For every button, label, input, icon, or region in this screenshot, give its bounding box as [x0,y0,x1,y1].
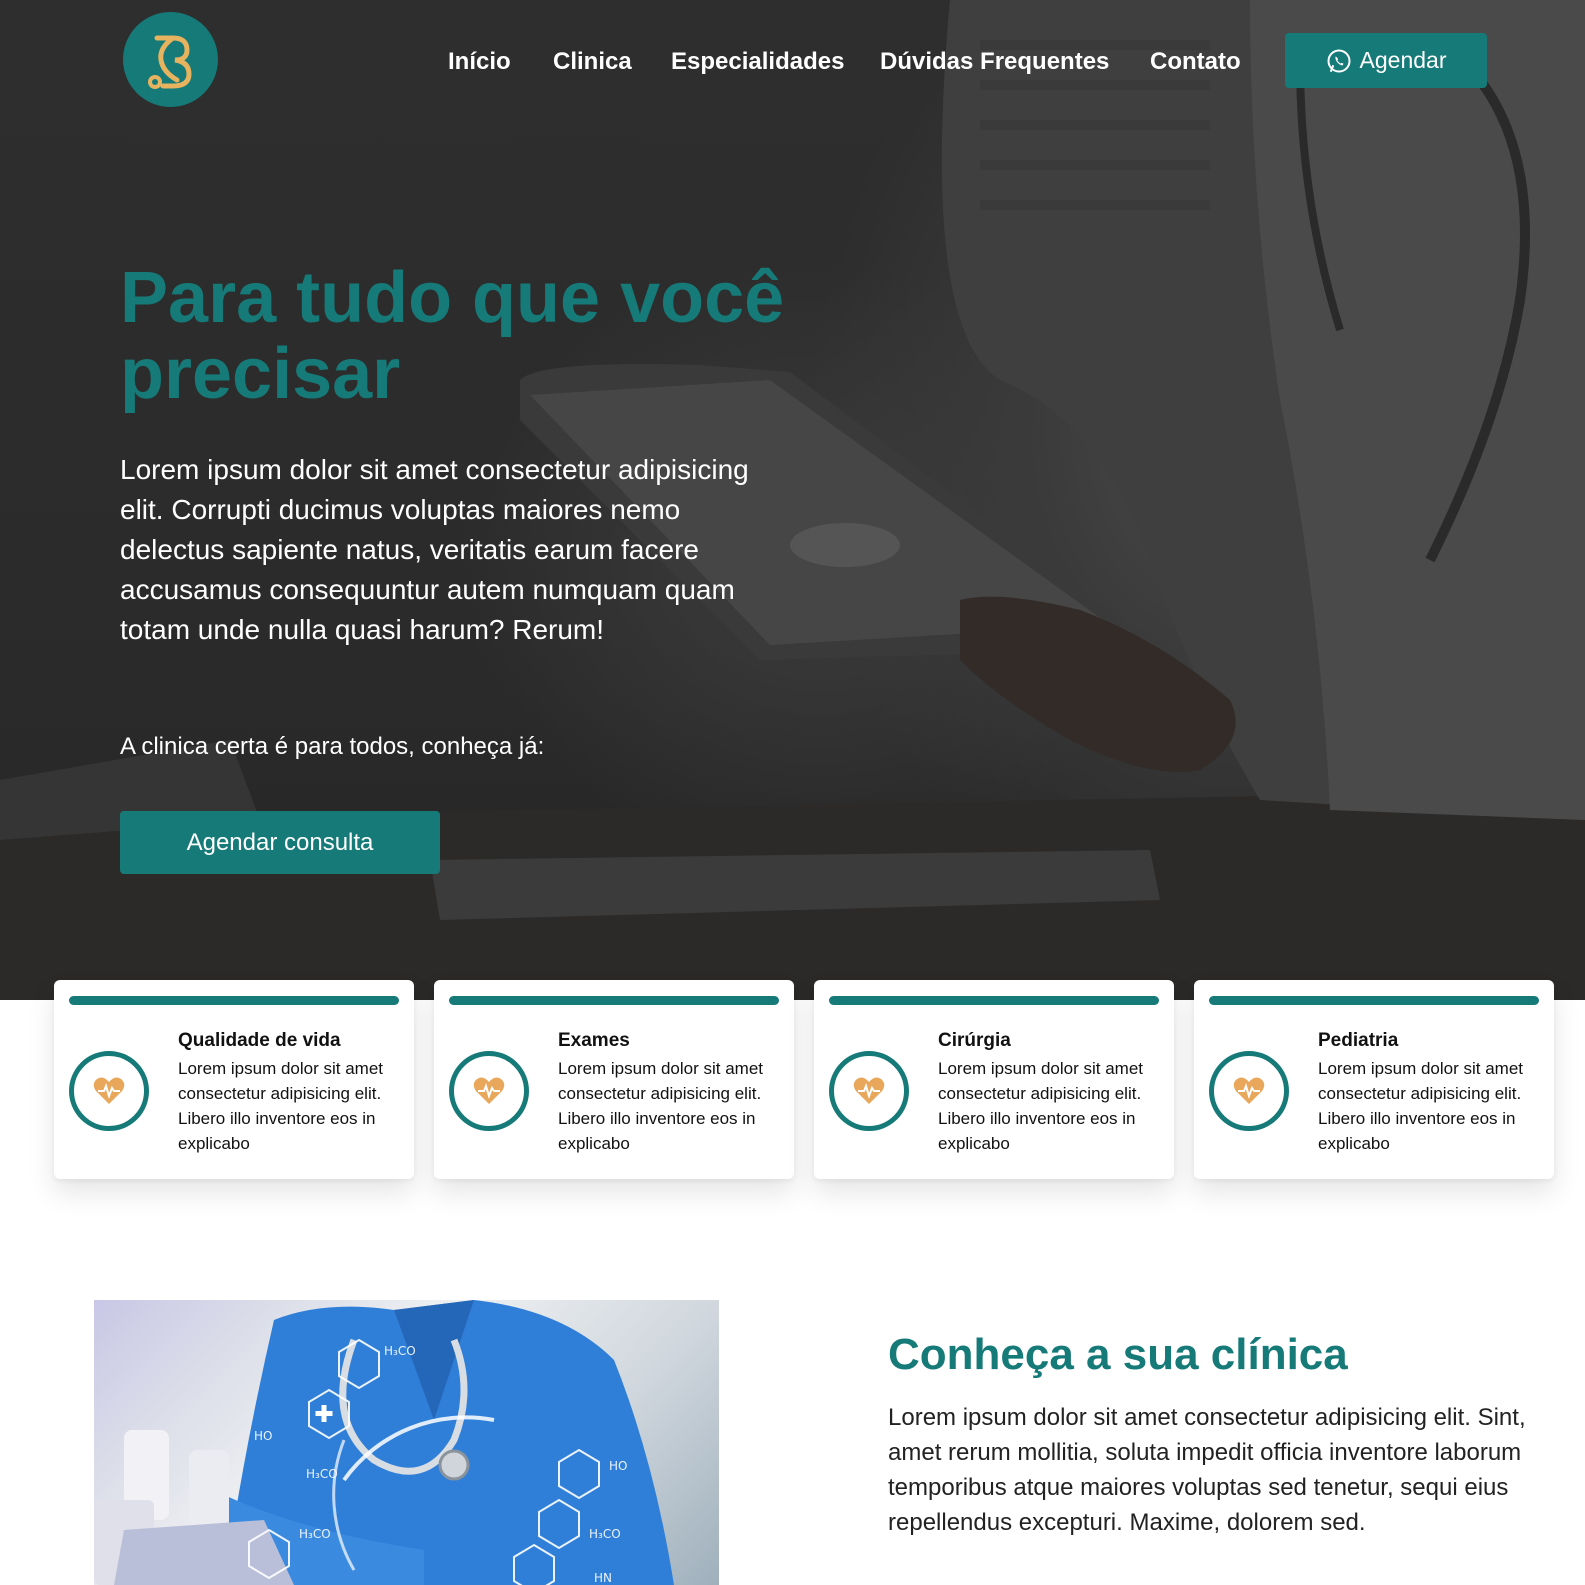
clinic-photo-illustration: H₃CO HO H₃CO HO H₃CO HN H₃CO [94,1300,674,1585]
agendar-button[interactable]: Agendar [1285,33,1487,88]
card-text: Lorem ipsum dolor sit amet consectetur a… [178,1059,384,1153]
card-title: Cirúrgia [938,1030,1011,1051]
hero-section: Início Clinica Especialidades Dúvidas Fr… [0,0,1585,1000]
card-accent-bar [69,996,399,1005]
service-card: Qualidade de vida Lorem ipsum dolor sit … [54,980,414,1179]
card-text: Lorem ipsum dolor sit amet consectetur a… [558,1059,764,1153]
svg-text:H₃CO: H₃CO [384,1344,416,1358]
hero-title-line2: precisar [120,334,401,414]
card-accent-bar [829,996,1159,1005]
service-card: Exames Lorem ipsum dolor sit amet consec… [434,980,794,1179]
card-title: Pediatria [1318,1030,1399,1051]
nav-link-inicio[interactable]: Início [448,44,511,80]
whatsapp-icon [1327,49,1351,72]
nav-link-contato[interactable]: Contato [1150,44,1241,80]
svg-text:HN: HN [594,1571,612,1585]
service-card: Pediatria Lorem ipsum dolor sit amet con… [1194,980,1554,1179]
svg-text:HO: HO [609,1459,627,1473]
heart-pulse-icon [1209,1051,1289,1131]
hero-title: Para tudo que você precisar [120,260,880,412]
card-title: Qualidade de vida [178,1030,341,1051]
card-accent-bar [1209,996,1539,1005]
nav-link-clinica[interactable]: Clinica [553,44,632,80]
card-text: Lorem ipsum dolor sit amet consectetur a… [938,1059,1144,1153]
agendar-button-label: Agendar [1359,47,1447,73]
nav-link-duvidas[interactable]: Dúvidas Frequentes [880,44,1109,80]
about-description: Lorem ipsum dolor sit amet consectetur a… [888,1404,1526,1536]
hero-description: Lorem ipsum dolor sit amet consectetur a… [120,454,749,645]
svg-text:H₃CO: H₃CO [299,1527,331,1541]
heart-pulse-icon [69,1051,149,1131]
card-title: Exames [558,1030,630,1051]
clinic-photo: H₃CO HO H₃CO HO H₃CO HN H₃CO [94,1300,719,1585]
hero-title-line1: Para tudo que você [120,258,785,338]
hero-subtext: A clinica certa é para todos, conheça já… [120,733,545,760]
svg-text:H₃CO: H₃CO [306,1467,338,1481]
heart-pulse-icon [829,1051,909,1131]
card-text: Lorem ipsum dolor sit amet consectetur a… [1318,1059,1524,1153]
svg-text:H₃CO: H₃CO [589,1527,621,1541]
svg-text:HO: HO [254,1429,272,1443]
heart-pulse-icon [449,1051,529,1131]
services-cards: Qualidade de vida Lorem ipsum dolor sit … [54,980,1554,1180]
card-accent-bar [449,996,779,1005]
service-card: Cirúrgia Lorem ipsum dolor sit amet cons… [814,980,1174,1179]
nav-link-especialidades[interactable]: Especialidades [671,44,844,80]
agendar-consulta-button[interactable]: Agendar consulta [120,811,440,874]
about-title: Conheça a sua clínica [888,1330,1348,1379]
